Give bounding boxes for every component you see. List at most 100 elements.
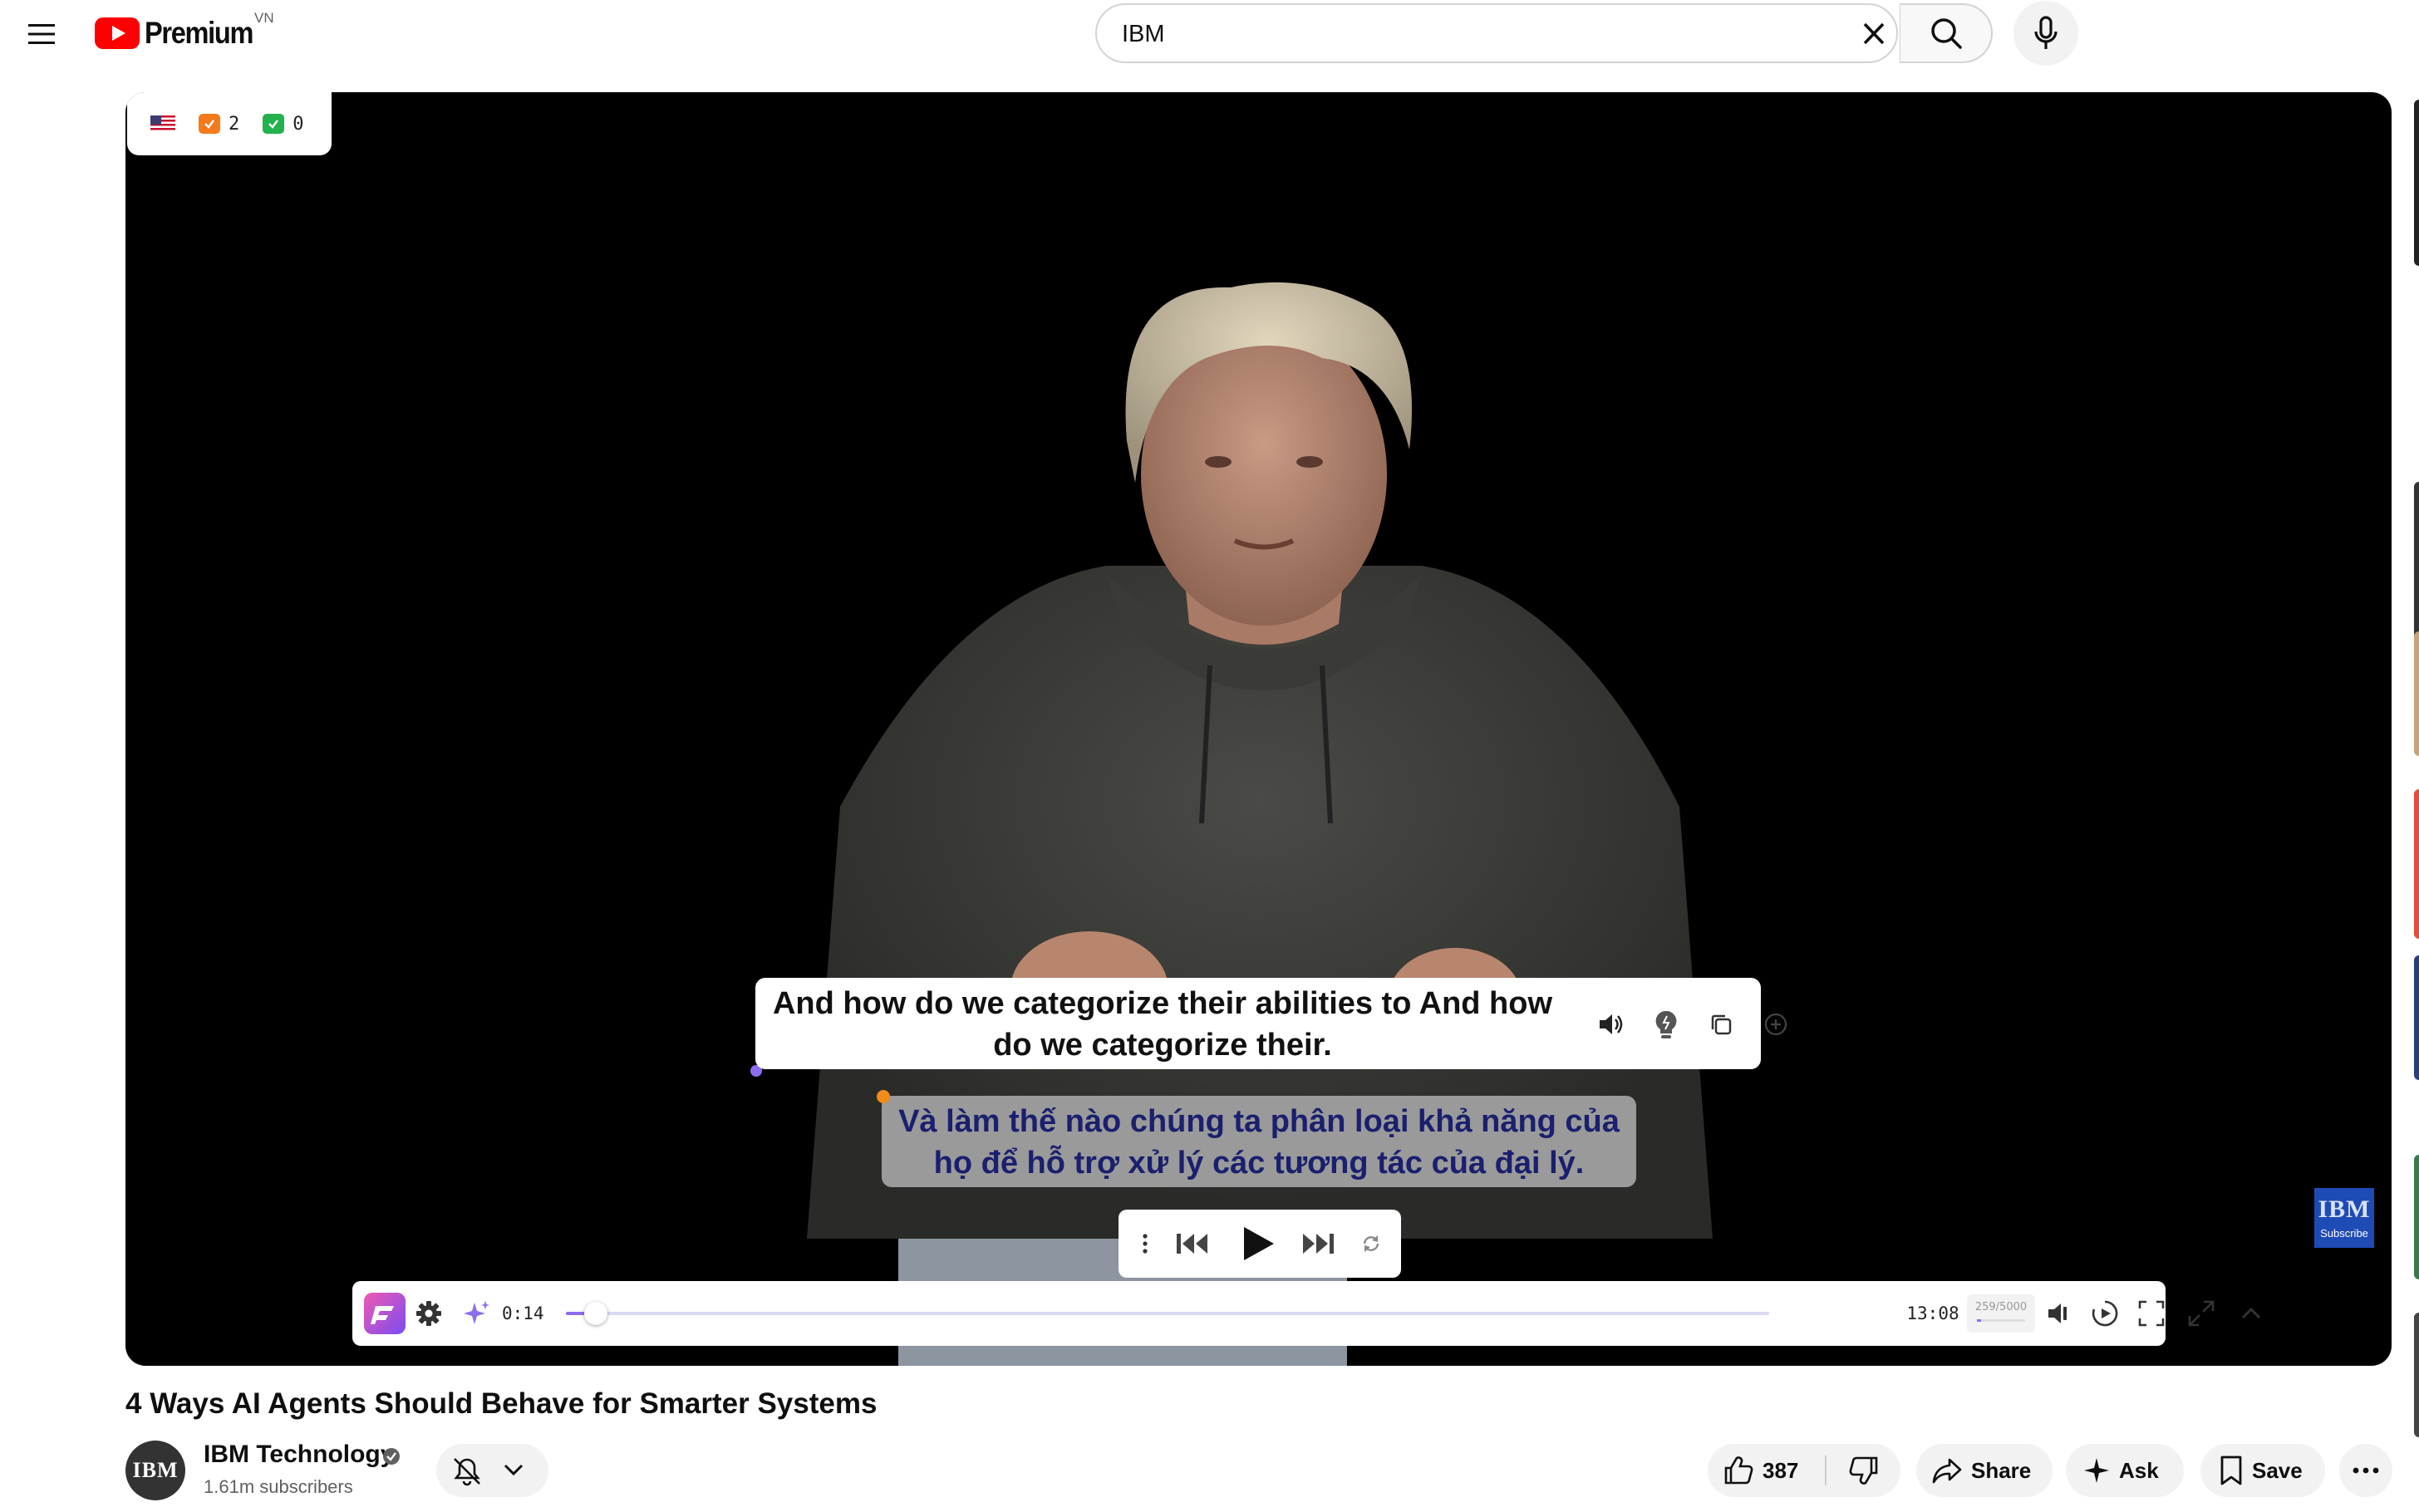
repeat-button[interactable] (1351, 1210, 1391, 1278)
subscription-notifications-button[interactable] (436, 1444, 548, 1497)
ask-button[interactable]: Ask (2066, 1444, 2184, 1497)
current-time: 0:14 (502, 1303, 544, 1323)
thumbs-up-icon (1724, 1456, 1753, 1485)
video-title: 4 Ways AI Agents Should Behave for Smart… (125, 1387, 878, 1420)
subtitle-english-text: And how do we categorize their abilities… (772, 986, 1553, 1063)
add-subtitle-button[interactable] (1759, 1008, 1792, 1041)
avatar-logo: IBM (132, 1458, 179, 1482)
copy-icon (1711, 1014, 1732, 1035)
channel-avatar[interactable]: IBM (125, 1441, 185, 1500)
recommendation-thumbnail[interactable] (2414, 1155, 2419, 1279)
repeat-icon (1363, 1235, 1379, 1252)
speaker-icon (1600, 1014, 1623, 1034)
country-code: VN (254, 10, 274, 26)
subscriber-count: 1.61m subscribers (204, 1476, 353, 1497)
next-icon (1303, 1234, 1334, 1254)
subtitle-vietnamese[interactable]: Và làm thế nào chúng ta phân loại khả nă… (882, 1096, 1636, 1187)
subtitle-vietnamese-text: Và làm thế nào chúng ta phân loại khả nă… (898, 1104, 1620, 1181)
video-player[interactable]: 2 0 And how do we categorize their abili… (125, 92, 2392, 1366)
dislike-button[interactable] (1827, 1444, 1900, 1497)
watermark-subscribe: Subscribe (2320, 1226, 2368, 1240)
menu-button[interactable] (20, 14, 63, 54)
mic-icon (2034, 16, 2058, 49)
previous-icon (1177, 1234, 1207, 1254)
recommendation-thumbnail[interactable] (2414, 1313, 2419, 1437)
volume-button[interactable] (2038, 1281, 2079, 1346)
search-input[interactable] (1122, 13, 1787, 55)
ask-label: Ask (2119, 1457, 2159, 1483)
explain-subtitle-button[interactable] (1650, 1008, 1683, 1041)
channel-watermark[interactable]: IBM Subscribe (2314, 1188, 2374, 1248)
share-button[interactable]: Share (1916, 1444, 2053, 1497)
share-label: Share (1971, 1457, 2032, 1483)
menu-icon (28, 24, 55, 44)
voice-search-button[interactable] (2013, 1, 2078, 66)
ask-sparkle-icon (2084, 1458, 2109, 1483)
save-label: Save (2252, 1457, 2303, 1483)
youtube-premium-logo[interactable]: Premium (95, 15, 268, 52)
extension-control-bar: 0:14 13:08 259/5000 (352, 1281, 2261, 1346)
like-count: 387 (1763, 1457, 1799, 1483)
previous-sentence-button[interactable] (1170, 1210, 1213, 1278)
youtube-logo-icon (95, 17, 140, 49)
search-icon (1930, 18, 1962, 49)
add-icon (1764, 1013, 1787, 1036)
chevron-up-icon (2241, 1307, 2261, 1319)
recommendation-thumbnail[interactable] (2414, 955, 2419, 1080)
search-box[interactable] (1095, 3, 1898, 63)
like-dislike-group: 387 (1708, 1444, 1900, 1497)
ai-assist-button[interactable] (459, 1281, 495, 1346)
duration: 13:08 (1906, 1303, 1959, 1323)
flag-us-icon (150, 115, 175, 132)
recommendation-thumbnail[interactable] (2414, 482, 2419, 648)
recommendation-thumbnail[interactable] (2414, 100, 2419, 266)
logo-text: Premium (145, 16, 253, 50)
settings-button[interactable] (411, 1281, 447, 1346)
fullscreen-button[interactable] (2181, 1281, 2222, 1346)
volume-icon (2048, 1303, 2067, 1323)
save-button[interactable]: Save (2200, 1444, 2325, 1497)
sparkle-icon (464, 1301, 489, 1324)
duration-wrap: 13:08 (1900, 1281, 1966, 1346)
extension-logo-button[interactable] (364, 1281, 406, 1346)
character-counter: 259/5000 (1967, 1294, 2035, 1333)
translation-stats-badge[interactable]: 2 0 (127, 92, 332, 155)
green-count: 0 (293, 113, 304, 135)
bookmark-icon (2220, 1456, 2242, 1485)
masthead: Premium VN (0, 0, 2419, 68)
next-sentence-button[interactable] (1297, 1210, 1340, 1278)
like-button[interactable]: 387 (1708, 1444, 1825, 1497)
recommendation-thumbnail[interactable] (2414, 789, 2419, 939)
speak-subtitle-button[interactable] (1595, 1008, 1628, 1041)
more-actions-button[interactable] (2339, 1444, 2392, 1497)
play-icon (1244, 1227, 1274, 1260)
share-icon (1932, 1458, 1962, 1484)
play-button[interactable] (1231, 1210, 1284, 1278)
current-time-wrap: 0:14 (502, 1281, 560, 1346)
fullscreen-icon (2188, 1300, 2215, 1327)
clear-icon (1863, 22, 1885, 45)
autoplay-button[interactable] (2084, 1281, 2126, 1346)
extension-logo-icon (364, 1293, 406, 1334)
recommendation-thumbnail[interactable] (2414, 631, 2419, 756)
watermark-logo: IBM (2318, 1195, 2371, 1223)
orange-check-icon (199, 114, 220, 134)
chevron-down-icon (504, 1464, 524, 1476)
progress-handle[interactable] (584, 1302, 607, 1325)
clear-search-button[interactable] (1849, 13, 1899, 55)
subtitle-english[interactable]: And how do we categorize their abilities… (755, 978, 1787, 1069)
theater-mode-button[interactable] (2131, 1281, 2172, 1346)
character-count-text: 259/5000 (1974, 1301, 2028, 1313)
settings-icon (416, 1301, 441, 1326)
transport-more-button[interactable] (1130, 1210, 1160, 1278)
collapse-button[interactable] (2230, 1281, 2272, 1346)
subtitle-transport (1119, 1210, 1401, 1278)
search-button[interactable] (1900, 3, 1993, 63)
theater-icon (2138, 1300, 2165, 1327)
progress-bar[interactable] (566, 1302, 1769, 1325)
more-horizontal-icon (2353, 1467, 2379, 1474)
copy-subtitle-button[interactable] (1704, 1008, 1738, 1041)
subtitle-vi-marker (877, 1090, 890, 1103)
channel-name[interactable]: IBM Technology (204, 1441, 394, 1469)
more-vertical-icon (1143, 1234, 1148, 1254)
